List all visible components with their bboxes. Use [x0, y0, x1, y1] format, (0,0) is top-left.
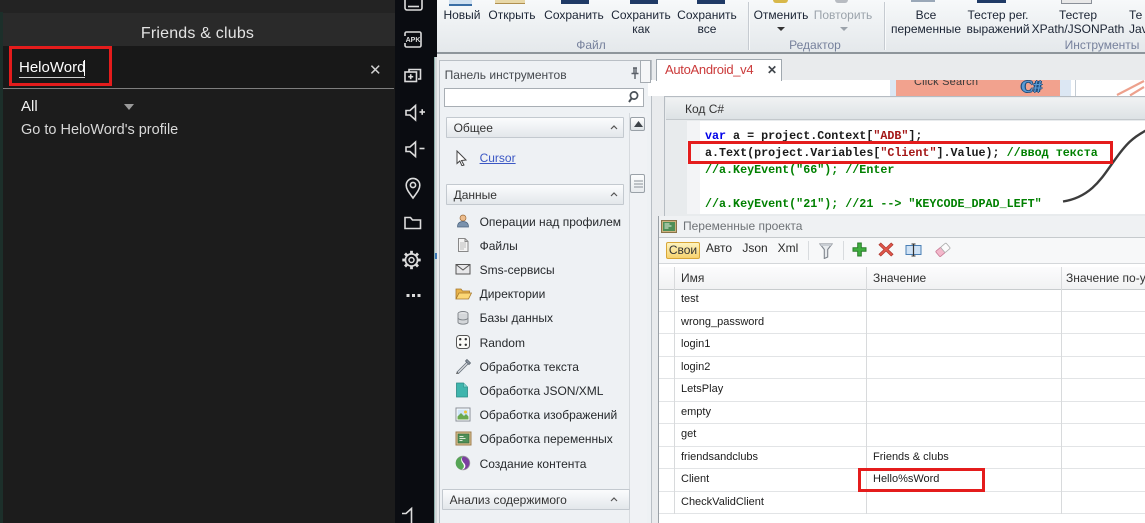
svg-text:APK: APK	[406, 37, 421, 44]
